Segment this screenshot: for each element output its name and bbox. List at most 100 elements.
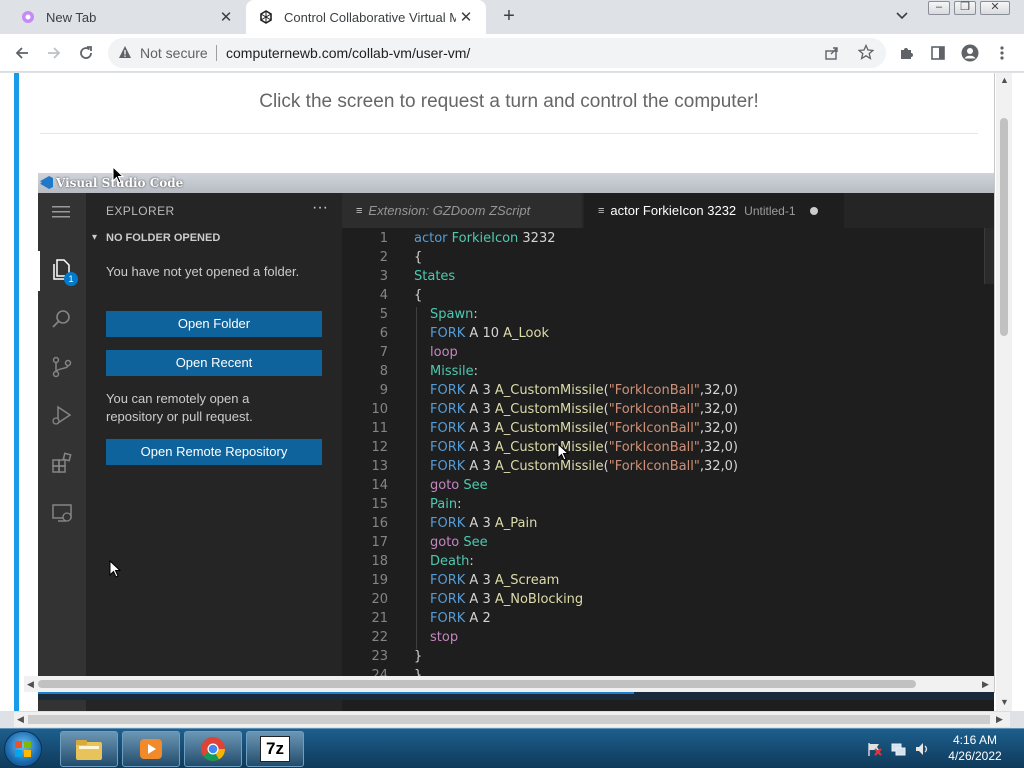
- code-line[interactable]: FORK A 10 A_Look: [430, 326, 549, 341]
- media-player-icon: [140, 739, 162, 759]
- code-line[interactable]: FORK A 3 A_NoBlocking: [430, 592, 583, 607]
- window-scroll-thumb[interactable]: [28, 715, 990, 724]
- minimize-window-icon[interactable]: –: [928, 1, 950, 15]
- code-line[interactable]: }: [414, 649, 422, 664]
- unsaved-dot-icon[interactable]: [809, 206, 818, 215]
- reload-icon[interactable]: [76, 43, 96, 63]
- code-line[interactable]: FORK A 3 A_CustomMissile("ForkIconBall",…: [430, 383, 738, 398]
- taskbar-7zip-button[interactable]: 7z: [246, 731, 304, 767]
- address-bar[interactable]: Not secure computernewb.com/collab-vm/us…: [108, 38, 886, 68]
- code-line[interactable]: {: [414, 250, 422, 265]
- editor-tab-untitled[interactable]: ≡ actor ForkieIcon 3232 Untitled-1: [584, 193, 844, 228]
- source-control-icon[interactable]: [48, 353, 76, 381]
- clock-time[interactable]: 4:16 AM: [940, 733, 1010, 747]
- divider: [40, 133, 978, 134]
- code-token: "ForkIconBall": [608, 421, 700, 436]
- share-icon[interactable]: [824, 45, 840, 66]
- line-number: 15: [371, 497, 388, 512]
- tab-collab-vm[interactable]: Control Collaborative Virtual Ma ✕: [246, 0, 486, 34]
- remote-explorer-icon[interactable]: [48, 499, 76, 527]
- scroll-right-arrow-icon[interactable]: ▶: [982, 679, 989, 690]
- code-line[interactable]: FORK A 3 A_CustomMissile("ForkIconBall",…: [430, 459, 738, 474]
- scroll-left-arrow-icon[interactable]: ◀: [17, 714, 24, 725]
- taskbar-media-player-button[interactable]: [122, 731, 180, 767]
- code-line[interactable]: FORK A 3 A_Scream: [430, 573, 559, 588]
- close-window-icon[interactable]: ✕: [980, 1, 1010, 15]
- open-remote-repository-button[interactable]: Open Remote Repository: [106, 439, 322, 465]
- open-recent-button[interactable]: Open Recent: [106, 350, 322, 376]
- code-line[interactable]: loop: [430, 345, 458, 360]
- tab-new-tab[interactable]: New Tab ✕: [0, 0, 246, 34]
- code-line[interactable]: Death:: [430, 554, 474, 569]
- code-editor[interactable]: 1 actor ForkieIcon 3232 2 {3 States 4 {5 Spawn:…: [342, 228, 994, 711]
- scroll-down-arrow-icon[interactable]: ▼: [1000, 697, 1009, 707]
- volume-icon[interactable]: [914, 741, 930, 757]
- page-vertical-scrollbar[interactable]: ▲ ▼: [996, 73, 1012, 711]
- code-line[interactable]: stop: [430, 630, 458, 645]
- taskbar-chrome-button[interactable]: [184, 731, 242, 767]
- code-line[interactable]: Missile:: [430, 364, 478, 379]
- extensions-icon[interactable]: [48, 449, 76, 477]
- restore-window-icon[interactable]: ❐: [954, 1, 976, 15]
- search-icon[interactable]: [48, 305, 76, 333]
- code-line[interactable]: FORK A 2: [430, 611, 491, 626]
- line-number: 9: [379, 383, 388, 398]
- chevron-down-icon[interactable]: ▾: [92, 232, 97, 243]
- taskbar-explorer-button[interactable]: [60, 731, 118, 767]
- forward-icon[interactable]: [44, 43, 64, 63]
- hamburger-menu-icon[interactable]: [52, 205, 70, 223]
- indent-guide: [416, 535, 417, 554]
- code-token: "ForkIconBall": [608, 383, 700, 398]
- open-folder-button[interactable]: Open Folder: [106, 311, 322, 337]
- code-token: }: [414, 649, 423, 664]
- code-token: ,32,0): [699, 440, 738, 455]
- vm-horizontal-scrollbar[interactable]: ◀ ▶: [24, 676, 994, 692]
- run-debug-icon[interactable]: [48, 401, 76, 429]
- code-line[interactable]: actor ForkieIcon 3232: [414, 231, 556, 246]
- action-center-flag-icon[interactable]: [866, 741, 882, 757]
- code-line[interactable]: {: [414, 288, 422, 303]
- url-text[interactable]: computernewb.com/collab-vm/user-vm/: [226, 45, 470, 61]
- warning-triangle-icon[interactable]: [118, 45, 132, 62]
- network-icon[interactable]: [890, 741, 906, 757]
- tab-search-icon[interactable]: [896, 8, 908, 23]
- code-line[interactable]: Pain:: [430, 497, 461, 512]
- more-actions-icon[interactable]: ···: [312, 199, 328, 217]
- scroll-left-arrow-icon[interactable]: ◀: [27, 679, 34, 690]
- scroll-up-arrow-icon[interactable]: ▲: [1000, 75, 1009, 85]
- start-button[interactable]: [4, 731, 42, 767]
- not-secure-label[interactable]: Not secure: [140, 45, 208, 61]
- code-line[interactable]: States: [414, 269, 455, 284]
- minimap[interactable]: [984, 228, 994, 284]
- horizontal-scroll-thumb[interactable]: [38, 680, 916, 688]
- editor-tab-extension[interactable]: ≡ Extension: GZDoom ZScript: [342, 193, 582, 228]
- new-tab-button[interactable]: +: [498, 6, 520, 28]
- profile-avatar-icon[interactable]: [960, 43, 980, 63]
- code-line[interactable]: goto See: [430, 478, 488, 493]
- indent-guide: [416, 611, 417, 630]
- vm-screen[interactable]: Visual Studio Code 1 EXPLORER ··· ▾ NO F…: [38, 173, 994, 711]
- extensions-puzzle-icon[interactable]: [896, 43, 916, 63]
- code-token: ForkieIcon: [451, 231, 519, 246]
- code-line[interactable]: goto See: [430, 535, 488, 550]
- code-token: Death: [430, 554, 470, 569]
- back-icon[interactable]: [12, 43, 32, 63]
- code-line[interactable]: FORK A 3 A_CustomMissile("ForkIconBall",…: [430, 421, 738, 436]
- window-horizontal-scrollbar[interactable]: ◀ ▶: [14, 711, 1010, 727]
- code-line[interactable]: FORK A 3 A_CustomMissile("ForkIconBall",…: [430, 402, 738, 417]
- code-token: ,32,0): [699, 402, 738, 417]
- menu-kebab-icon[interactable]: [992, 43, 1012, 63]
- code-token: See: [463, 535, 488, 550]
- code-line[interactable]: FORK A 3 A_Pain: [430, 516, 537, 531]
- vm-window-titlebar[interactable]: Visual Studio Code: [38, 173, 994, 193]
- scroll-right-arrow-icon[interactable]: ▶: [996, 714, 1003, 725]
- close-tab-icon[interactable]: ✕: [216, 8, 236, 26]
- bookmark-star-icon[interactable]: [857, 43, 875, 65]
- close-tab-icon[interactable]: ✕: [456, 8, 476, 26]
- vertical-scroll-thumb[interactable]: [1000, 118, 1008, 336]
- code-line[interactable]: Spawn:: [430, 307, 478, 322]
- clock-date[interactable]: 4/26/2022: [940, 749, 1010, 763]
- no-folder-section-header[interactable]: NO FOLDER OPENED: [106, 232, 220, 244]
- code-line[interactable]: FORK A 3 A_CustomMissile("ForkIconBall",…: [430, 440, 738, 455]
- side-panel-icon[interactable]: [928, 43, 948, 63]
